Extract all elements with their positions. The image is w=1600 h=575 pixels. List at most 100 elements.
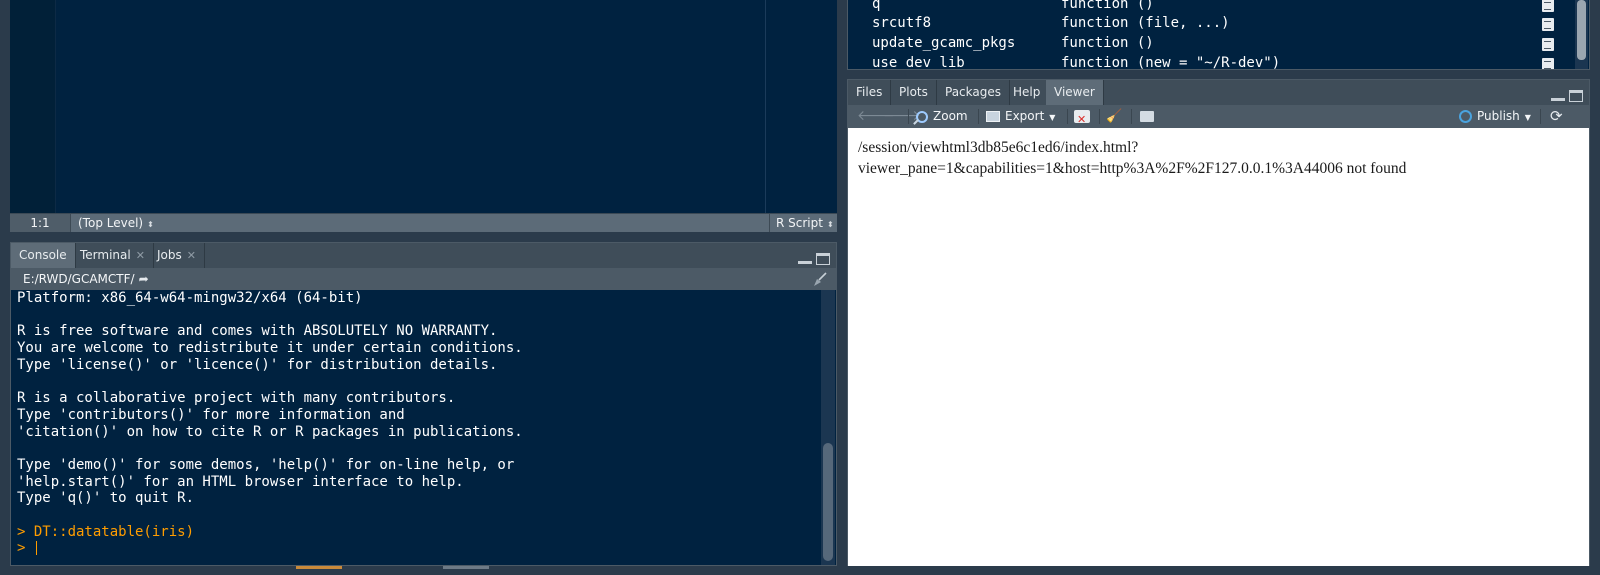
minimize-icon[interactable] xyxy=(798,254,812,264)
scope-label: (Top Level) xyxy=(78,216,144,230)
goto-directory-icon[interactable]: ➦ xyxy=(139,272,149,286)
not-found-message-line1: /session/viewhtml3db85e6c1ed6/index.html… xyxy=(858,139,1139,156)
minimize-icon[interactable] xyxy=(1551,91,1565,101)
tab-plots[interactable]: Plots xyxy=(891,80,937,105)
console-pane: Console Terminal ✕ Jobs ✕ E:/RWD/GCAMCTF/ ➦… xyxy=(10,242,837,566)
view-function-icon[interactable] xyxy=(1542,38,1554,51)
file-type-selector[interactable]: R Script ⬍ xyxy=(769,214,837,232)
view-function-icon[interactable] xyxy=(1542,0,1554,12)
show-in-window-button[interactable] xyxy=(1140,105,1154,128)
toolbar-separator xyxy=(978,109,979,124)
popout-icon xyxy=(1140,111,1154,122)
console-line: R is a collaborative project with many c… xyxy=(17,390,456,407)
pane-window-controls xyxy=(1547,85,1583,102)
publish-button[interactable]: Publish ▼ xyxy=(1459,105,1531,128)
tab-jobs-label: Jobs xyxy=(157,248,182,262)
viewer-toolbar: 🡐 🡒 Zoom Export▼ 🧹 Publish▼ ⟳ xyxy=(848,105,1589,131)
console-line: 'citation()' on how to cite R or R packa… xyxy=(17,423,523,440)
not-found-message-line2: viewer_pane=1&capabilities=1&host=http%3… xyxy=(858,160,1407,177)
viewer-tabbar: Files Plots Packages Help Viewer xyxy=(848,80,1589,105)
updown-caret-icon: ⬍ xyxy=(826,220,834,229)
line-number-gutter xyxy=(10,0,56,213)
console-line: Type 'q()' to quit R. xyxy=(17,490,195,507)
tab-console[interactable]: Console xyxy=(11,243,76,268)
env-object-value: function () xyxy=(1061,0,1154,12)
console-prompt: > xyxy=(17,540,34,557)
publish-label: Publish xyxy=(1477,109,1520,123)
bottom-indicator xyxy=(443,566,489,569)
toolbar-separator xyxy=(1131,109,1132,124)
env-row[interactable]: srcutf8 function (file, ...) xyxy=(872,15,1572,34)
env-object-name: srcutf8 xyxy=(872,15,932,31)
console-line: You are welcome to redistribute it under… xyxy=(17,340,523,357)
zoom-button[interactable]: Zoom xyxy=(916,105,968,128)
environment-pane: q function () srcutf8 function (file, ..… xyxy=(847,0,1590,70)
env-row[interactable]: q function () xyxy=(872,0,1572,15)
magnifier-icon xyxy=(916,110,928,123)
env-object-value: function () xyxy=(1061,35,1154,51)
viewer-content: /session/viewhtml3db85e6c1ed6/index.html… xyxy=(848,128,1589,566)
pane-window-controls xyxy=(794,248,830,265)
tab-help[interactable]: Help xyxy=(1005,80,1050,105)
environment-scrollbar[interactable] xyxy=(1575,0,1588,69)
cursor-position: 1:1 xyxy=(10,214,71,232)
tab-console-label: Console xyxy=(19,248,67,262)
tab-packages-label: Packages xyxy=(945,85,1001,99)
source-editor[interactable] xyxy=(10,0,837,213)
view-function-icon[interactable] xyxy=(1542,58,1554,69)
env-object-name: use_dev_lib xyxy=(872,55,965,70)
maximize-icon[interactable] xyxy=(816,252,830,265)
env-object-name: update_gcamc_pkgs xyxy=(872,35,1016,51)
export-icon xyxy=(986,111,1000,122)
working-directory-bar: E:/RWD/GCAMCTF/ ➦ xyxy=(11,268,836,290)
console-output[interactable]: Platform: x86_64-w64-mingw32/x64 (64-bit… xyxy=(11,290,819,565)
tab-viewer[interactable]: Viewer xyxy=(1046,80,1104,105)
remove-viewer-button[interactable] xyxy=(1074,105,1090,131)
tab-files[interactable]: Files xyxy=(848,80,892,105)
console-line: Type 'contributors()' for more informati… xyxy=(17,406,405,423)
bottom-indicator xyxy=(296,566,342,569)
margin-guide xyxy=(765,0,766,213)
tab-packages[interactable]: Packages xyxy=(937,80,1010,105)
source-status-bar: 1:1 (Top Level) ⬍ R Script ⬍ xyxy=(10,213,837,232)
maximize-icon[interactable] xyxy=(1569,89,1583,102)
clear-viewer-button[interactable]: 🧹 xyxy=(1106,105,1122,128)
text-cursor xyxy=(35,541,37,556)
console-tabbar: Console Terminal ✕ Jobs ✕ xyxy=(11,243,836,268)
close-icon[interactable]: ✕ xyxy=(187,249,196,262)
console-line: Platform: x86_64-w64-mingw32/x64 (64-bit… xyxy=(17,290,363,306)
env-object-value: function (file, ...) xyxy=(1061,15,1230,31)
chevron-down-icon: ▼ xyxy=(1049,113,1056,122)
file-type-label: R Script xyxy=(776,216,823,230)
console-scrollbar-thumb[interactable] xyxy=(823,443,833,561)
tab-terminal-label: Terminal xyxy=(80,248,131,262)
view-function-icon[interactable] xyxy=(1542,18,1554,31)
forward-arrow-icon[interactable]: 🡒 xyxy=(883,105,921,128)
close-icon[interactable]: ✕ xyxy=(136,249,145,262)
console-command-line: > DT::datatable(iris) xyxy=(17,523,195,540)
working-directory-path: E:/RWD/GCAMCTF/ xyxy=(23,272,135,286)
console-input-line[interactable]: > xyxy=(17,540,819,557)
viewer-pane: Files Plots Packages Help Viewer 🡐 🡒 Zoo… xyxy=(847,79,1590,567)
chevron-down-icon: ▼ xyxy=(1524,113,1531,122)
publish-icon xyxy=(1459,110,1472,123)
env-row[interactable]: use_dev_lib function (new = "~/R-dev") xyxy=(872,55,1572,70)
tab-terminal[interactable]: Terminal ✕ xyxy=(72,243,154,268)
console-scrollbar[interactable] xyxy=(821,290,835,565)
zoom-label: Zoom xyxy=(933,109,968,123)
toolbar-separator xyxy=(1099,109,1100,124)
env-row[interactable]: update_gcamc_pkgs function () xyxy=(872,35,1572,54)
scope-selector[interactable]: (Top Level) ⬍ xyxy=(78,214,154,232)
rstudio-window: 1:1 (Top Level) ⬍ R Script ⬍ Console Termi… xyxy=(0,0,1600,575)
tab-plots-label: Plots xyxy=(899,85,928,99)
tab-jobs[interactable]: Jobs ✕ xyxy=(149,243,205,268)
refresh-icon[interactable]: ⟳ xyxy=(1550,105,1563,128)
console-line: Type 'demo()' for some demos, 'help()' f… xyxy=(17,456,515,473)
clear-console-icon[interactable] xyxy=(812,271,828,287)
env-object-name: q xyxy=(872,0,881,12)
export-button[interactable]: Export ▼ xyxy=(986,105,1055,128)
environment-scrollbar-thumb[interactable] xyxy=(1577,0,1586,60)
